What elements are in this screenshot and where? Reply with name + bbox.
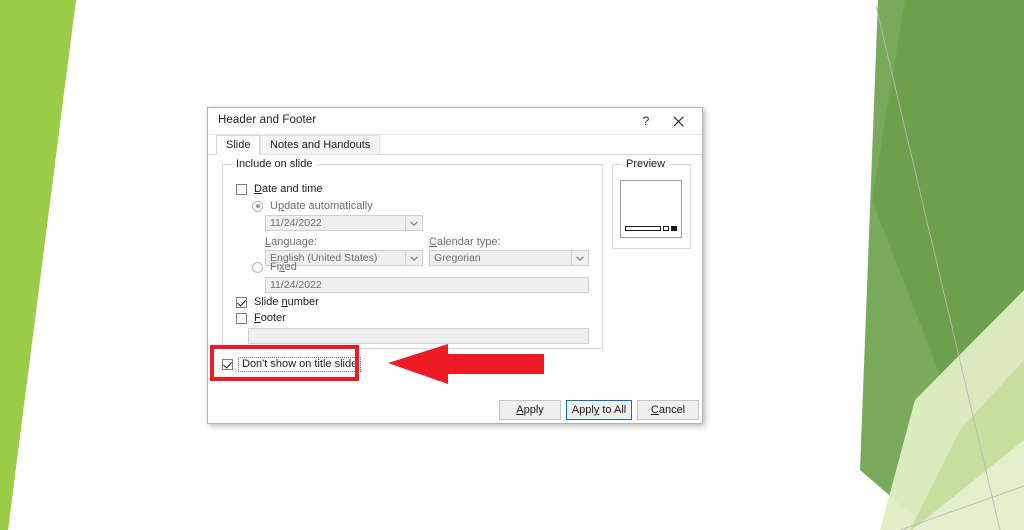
question-mark-icon: ? bbox=[643, 114, 650, 128]
slide-canvas: Header and Footer ? Slide Notes and Hand… bbox=[0, 0, 1024, 530]
annotation-highlight-rectangle bbox=[210, 345, 359, 381]
footer-checkbox-box[interactable] bbox=[236, 313, 247, 324]
footer-label: Footer bbox=[254, 312, 286, 324]
help-button[interactable]: ? bbox=[634, 110, 658, 132]
calendar-type-value: Gregorian bbox=[434, 252, 481, 264]
calendar-type-combo[interactable]: Gregorian bbox=[429, 250, 589, 266]
language-label: Language: bbox=[265, 236, 317, 248]
apply-to-all-button-label: Apply to All bbox=[572, 404, 626, 416]
slide-number-checkbox-box[interactable] bbox=[236, 297, 247, 308]
cancel-button[interactable]: Cancel bbox=[637, 400, 699, 420]
fixed-label: Fixed bbox=[270, 261, 297, 273]
slide-number-label: Slide number bbox=[254, 296, 319, 308]
cancel-button-label: Cancel bbox=[651, 404, 685, 416]
apply-button[interactable]: Apply bbox=[499, 400, 561, 420]
fixed-date-value: 11/24/2022 bbox=[270, 279, 322, 291]
close-icon bbox=[673, 116, 684, 127]
annotation-arrow bbox=[388, 341, 544, 386]
update-automatically-label: Update automatically bbox=[270, 200, 373, 212]
apply-to-all-button[interactable]: Apply to All bbox=[566, 400, 632, 420]
fixed-radio[interactable]: Fixed bbox=[252, 261, 297, 273]
preview-slide-number-placeholder bbox=[671, 226, 677, 231]
apply-button-label: Apply bbox=[516, 404, 544, 416]
chevron-down-icon[interactable] bbox=[405, 216, 422, 230]
date-and-time-checkbox[interactable]: Date and time bbox=[236, 183, 323, 195]
dialog-title: Header and Footer bbox=[218, 114, 316, 126]
tab-slide[interactable]: Slide bbox=[216, 135, 260, 155]
close-button[interactable] bbox=[666, 110, 690, 132]
preview-small-placeholder bbox=[663, 226, 669, 231]
date-and-time-label: Date and time bbox=[254, 183, 323, 195]
dialog-titlebar: Header and Footer ? bbox=[208, 108, 702, 135]
chevron-down-icon[interactable] bbox=[571, 251, 588, 265]
include-on-slide-label: Include on slide bbox=[232, 158, 316, 170]
date-format-value: 11/24/2022 bbox=[270, 217, 322, 229]
fixed-radio-button[interactable] bbox=[252, 262, 263, 273]
update-automatically-radio[interactable]: Update automatically bbox=[252, 200, 373, 212]
slide-number-checkbox[interactable]: Slide number bbox=[236, 296, 319, 308]
tab-notes-and-handouts-label: Notes and Handouts bbox=[270, 139, 370, 151]
preview-thumbnail bbox=[620, 180, 682, 238]
date-and-time-checkbox-box[interactable] bbox=[236, 184, 247, 195]
calendar-type-label: Calendar type: bbox=[429, 236, 501, 248]
date-format-combo[interactable]: 11/24/2022 bbox=[265, 215, 423, 231]
update-automatically-radio-button[interactable] bbox=[252, 201, 263, 212]
tab-notes-and-handouts[interactable]: Notes and Handouts bbox=[260, 135, 380, 155]
fixed-date-input[interactable]: 11/24/2022 bbox=[265, 277, 589, 293]
preview-label: Preview bbox=[622, 158, 669, 170]
preview-footer-placeholder bbox=[625, 226, 661, 231]
tab-slide-label: Slide bbox=[226, 139, 250, 151]
chevron-down-icon[interactable] bbox=[405, 251, 422, 265]
dialog-tabstrip: Slide Notes and Handouts bbox=[208, 134, 702, 155]
footer-checkbox[interactable]: Footer bbox=[236, 312, 286, 324]
